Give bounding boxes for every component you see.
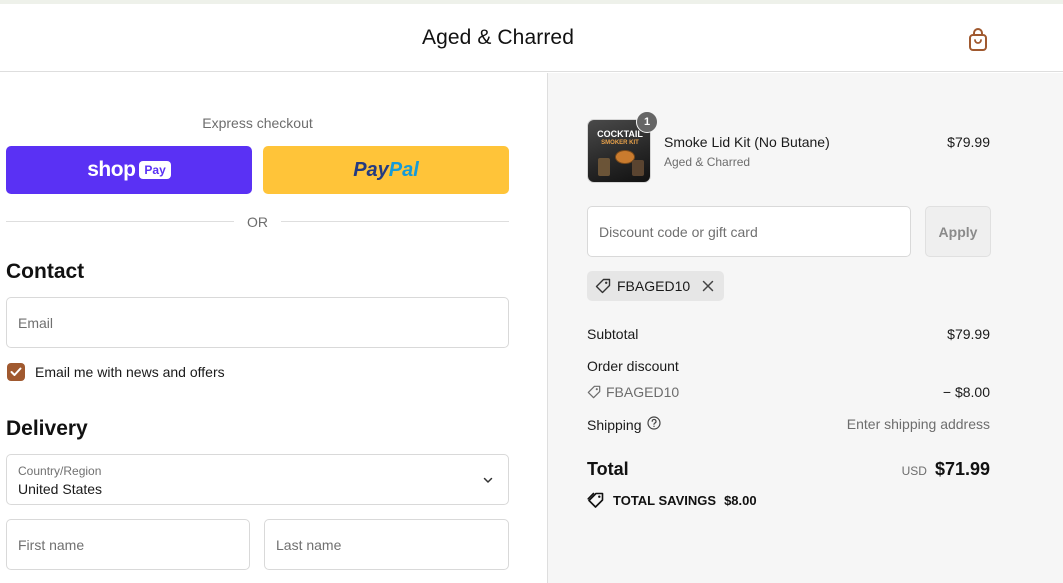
applied-discount-tag: FBAGED10 <box>587 271 725 301</box>
quantity-badge: 1 <box>636 111 658 133</box>
product-name: Smoke Lid Kit (No Butane) <box>664 134 830 150</box>
thumbnail-subtitle-text: SMOKER KIT <box>601 140 639 146</box>
last-name-input[interactable] <box>265 520 508 569</box>
applied-discount-code: FBAGED10 <box>617 278 691 294</box>
country-value: United States <box>18 481 103 497</box>
discount-code-line: FBAGED10 <box>587 384 679 400</box>
thumbnail-glass-shape-2 <box>632 160 644 176</box>
discount-code-input[interactable] <box>588 207 910 256</box>
shipping-label: Shipping <box>587 416 642 433</box>
country-caption: Country/Region <box>18 464 102 478</box>
email-input[interactable] <box>7 298 508 347</box>
total-savings: TOTAL SAVINGS $8.00 <box>587 492 757 508</box>
paypal-button[interactable]: Pay Pal <box>263 146 509 194</box>
help-icon[interactable] <box>646 416 661 433</box>
paypal-wordmark-part2: Pal <box>388 158 419 181</box>
close-icon <box>702 280 714 292</box>
tag-icon <box>595 278 611 294</box>
newsletter-label[interactable]: Email me with news and offers <box>35 364 225 380</box>
savings-tag-icon <box>587 492 604 508</box>
paypal-wordmark-part1: Pay <box>353 158 389 181</box>
country-select[interactable]: Country/Region United States <box>6 454 509 505</box>
total-currency: USD <box>901 464 927 478</box>
or-text: OR <box>247 214 268 230</box>
shopping-bag-icon[interactable] <box>966 27 990 53</box>
shipping-line: Shipping <box>587 416 661 433</box>
discount-value: − $8.00 <box>942 384 990 400</box>
product-price: $79.99 <box>947 134 990 150</box>
total-value: $71.99 <box>934 459 990 479</box>
savings-label: TOTAL SAVINGS <box>613 492 717 508</box>
discount-field-wrapper <box>587 206 911 257</box>
subtotal-value: $79.99 <box>947 326 990 342</box>
checkout-header: Aged & Charred <box>0 4 1063 72</box>
first-name-field-wrapper <box>6 519 250 570</box>
last-name-field-wrapper <box>264 519 509 570</box>
express-checkout-label: Express checkout <box>202 115 313 131</box>
product-vendor: Aged & Charred <box>664 155 751 169</box>
newsletter-checkbox[interactable] <box>7 363 25 381</box>
shop-pay-wordmark: shop <box>87 158 136 181</box>
first-name-input[interactable] <box>7 520 249 569</box>
chevron-down-icon <box>483 477 493 483</box>
email-field-wrapper <box>6 297 509 348</box>
apply-discount-button[interactable]: Apply <box>925 206 991 257</box>
remove-discount-button[interactable] <box>702 280 714 292</box>
shipping-value: Enter shipping address <box>846 416 990 432</box>
or-divider: OR <box>6 212 509 232</box>
thumbnail-glass-shape <box>598 158 610 176</box>
order-summary-column: COCKTAIL SMOKER KIT 1 Smoke Lid Kit (No … <box>547 73 1063 583</box>
shop-pay-badge: Pay <box>139 161 171 179</box>
discount-code-text: FBAGED10 <box>606 384 680 400</box>
shop-pay-button[interactable]: shop Pay <box>6 146 252 194</box>
thumbnail-title-text: COCKTAIL <box>597 129 643 139</box>
subtotal-label: Subtotal <box>587 326 639 342</box>
total-amount: USD $71.99 <box>902 459 990 480</box>
checkout-form-column: Express checkout shop Pay Pay Pal OR Cont… <box>0 73 547 583</box>
contact-heading: Contact <box>6 260 85 283</box>
tag-icon <box>587 385 601 399</box>
newsletter-option: Email me with news and offers <box>7 363 225 381</box>
delivery-heading: Delivery <box>6 417 88 440</box>
store-name[interactable]: Aged & Charred <box>0 26 996 50</box>
order-discount-label: Order discount <box>587 358 679 374</box>
total-label: Total <box>587 459 629 479</box>
savings-value: $8.00 <box>724 492 757 508</box>
checkmark-icon <box>10 367 22 376</box>
